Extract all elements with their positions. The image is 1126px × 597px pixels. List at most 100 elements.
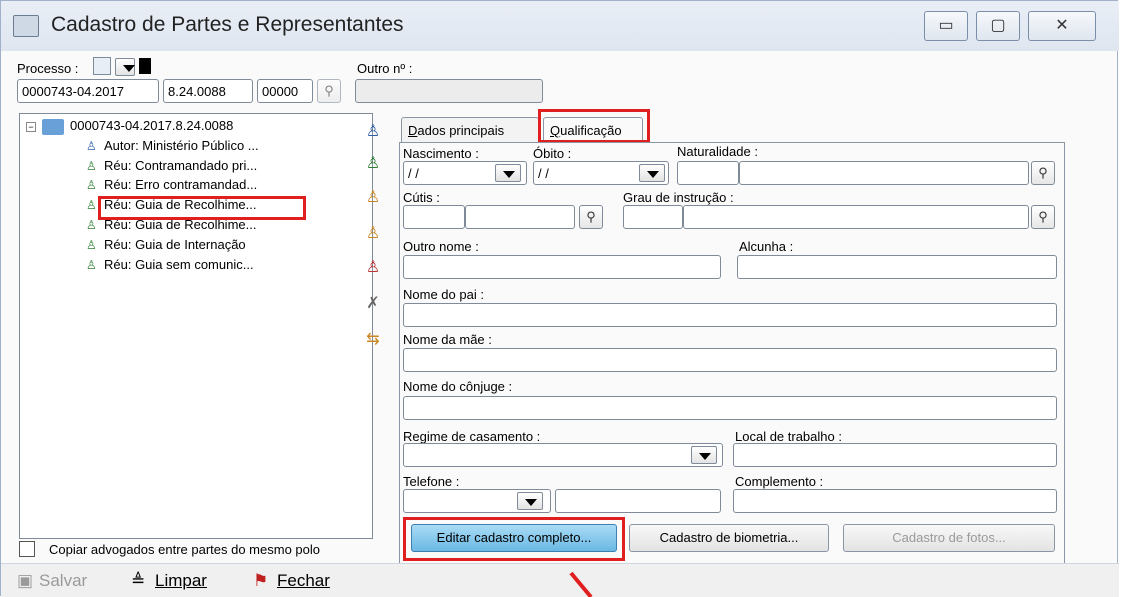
outro-nome-field[interactable] — [403, 255, 721, 279]
process-suffix-field[interactable]: 00000 — [257, 79, 313, 103]
regime-casamento-dropdown[interactable] — [691, 446, 717, 464]
regime-casamento-label: Regime de casamento : — [403, 429, 541, 444]
add-author-icon[interactable]: ♙ — [364, 121, 382, 141]
other-number-field[interactable] — [355, 79, 543, 103]
add-third-party-icon[interactable]: ♙ — [364, 187, 382, 207]
salvar-button[interactable]: Salvar — [39, 571, 87, 591]
tab-main-label: ados principais — [417, 123, 505, 138]
process-type-dropdown[interactable] — [115, 58, 135, 76]
person-icon: ♙ — [86, 139, 97, 153]
person-icon: ♙ — [86, 258, 97, 272]
close-button[interactable]: ✕ — [1028, 11, 1096, 41]
telefone-label: Telefone : — [403, 474, 460, 489]
process-type-icon[interactable] — [93, 57, 111, 75]
save-icon: ▣ — [17, 571, 34, 590]
process-court-field[interactable]: 8.24.0088 — [163, 79, 253, 103]
swap-party-icon[interactable]: ⇆ — [364, 329, 382, 349]
folder-icon — [42, 119, 64, 135]
complemento-field[interactable] — [733, 489, 1057, 513]
cutis-search-icon[interactable]: ⚲ — [579, 205, 603, 229]
copy-lawyers-label: Copiar advogados entre partes do mesmo p… — [49, 542, 320, 557]
naturalidade-label: Naturalidade : — [677, 144, 758, 159]
alcunha-field[interactable] — [737, 255, 1057, 279]
title-bar: Cadastro de Partes e Representantes ▭ ▢ … — [1, 1, 1119, 51]
minimize-button[interactable]: ▭ — [924, 11, 968, 41]
process-number-value: 0000743-04.2017 — [22, 84, 124, 99]
regime-casamento-select[interactable] — [403, 443, 723, 467]
tab-dados-principais[interactable]: Dados principais — [401, 117, 539, 143]
naturalidade-search-icon[interactable]: ⚲ — [1031, 161, 1055, 185]
tab-main-accesskey: D — [408, 123, 418, 138]
outro-nome-label: Outro nome : — [403, 239, 479, 254]
other-number-label: Outro nº : — [357, 61, 413, 76]
close-icon: ✕ — [1055, 17, 1069, 34]
process-search-icon[interactable]: ⚲ — [317, 79, 341, 103]
grau-code-field[interactable] — [623, 205, 683, 229]
maximize-button[interactable]: ▢ — [976, 11, 1020, 41]
minimize-icon: ▭ — [938, 17, 954, 34]
grau-search-icon[interactable]: ⚲ — [1031, 205, 1055, 229]
maximize-icon: ▢ — [990, 17, 1006, 34]
alcunha-label: Alcunha : — [739, 239, 794, 254]
nome-pai-label: Nome do pai : — [403, 287, 484, 302]
person-icon: ♙ — [86, 159, 97, 173]
app-icon — [13, 15, 39, 37]
local-trabalho-label: Local de trabalho : — [735, 429, 842, 444]
tree-selection-highlight — [98, 196, 306, 220]
limpar-icon: ≜ — [131, 571, 146, 590]
nascimento-dropdown[interactable] — [495, 164, 521, 182]
nome-mae-field[interactable] — [403, 348, 1057, 372]
nome-conjuge-label: Nome do cônjuge : — [403, 379, 513, 394]
collapse-icon[interactable]: − — [26, 122, 36, 132]
obito-dropdown[interactable] — [639, 164, 665, 182]
copy-lawyers-checkbox[interactable] — [19, 541, 35, 557]
nome-conjuge-field[interactable] — [403, 396, 1057, 420]
person-icon: ♙ — [86, 218, 97, 232]
person-icon: ♙ — [86, 178, 97, 192]
add-other-icon[interactable]: ♙ — [364, 257, 382, 277]
editar-button-highlight — [403, 517, 625, 561]
person-icon: ♙ — [86, 238, 97, 252]
cadastro-biometria-button[interactable]: Cadastro de biometria... — [629, 524, 829, 552]
limpar-button[interactable]: Limpar — [155, 571, 207, 591]
local-trabalho-field[interactable] — [733, 443, 1057, 467]
obito-label: Óbito : — [533, 146, 572, 161]
nome-mae-label: Nome da mãe : — [403, 332, 492, 347]
telefone-type-dropdown[interactable] — [517, 492, 543, 510]
annotation-arrow — [569, 571, 593, 597]
obito-value: / / — [538, 166, 549, 181]
window-title: Cadastro de Partes e Representantes — [51, 13, 404, 36]
tree-item[interactable]: Réu: Guia sem comunic... — [104, 257, 254, 272]
nome-pai-field[interactable] — [403, 303, 1057, 327]
process-suffix-value: 00000 — [262, 84, 299, 99]
process-court-value: 8.24.0088 — [168, 84, 226, 99]
add-representative-icon[interactable]: ♙ — [364, 223, 382, 243]
cutis-label: Cútis : — [403, 190, 440, 205]
fechar-icon: ⚑ — [253, 571, 269, 590]
remove-party-icon[interactable]: ✗ — [364, 293, 382, 313]
grau-instrucao-label: Grau de instrução : — [623, 190, 734, 205]
process-label: Processo : — [17, 61, 79, 76]
cutis-code-field[interactable] — [403, 205, 465, 229]
tree-item[interactable]: Réu: Guia de Internação — [104, 237, 246, 252]
tree-item[interactable]: Réu: Contramandado pri... — [104, 158, 257, 173]
add-defendant-icon[interactable]: ♙ — [364, 153, 382, 173]
grau-name-field[interactable] — [683, 205, 1029, 229]
parties-tree: − 0000743-04.2017.8.24.0088 ♙ Autor: Min… — [19, 113, 373, 539]
telefone-field[interactable] — [555, 489, 721, 513]
black-square-icon — [139, 58, 151, 74]
main-window: Cadastro de Partes e Representantes ▭ ▢ … — [0, 0, 1119, 597]
tree-root[interactable]: 0000743-04.2017.8.24.0088 — [70, 118, 233, 133]
tab-highlight — [538, 109, 650, 143]
nascimento-label: Nascimento : — [403, 146, 479, 161]
tree-item[interactable]: Autor: Ministério Público ... — [104, 138, 259, 153]
cutis-name-field[interactable] — [465, 205, 575, 229]
fechar-button[interactable]: Fechar — [277, 571, 330, 591]
tree-item[interactable]: Réu: Erro contramandad... — [104, 177, 257, 192]
complemento-label: Complemento : — [735, 474, 824, 489]
nascimento-value: / / — [408, 166, 419, 181]
process-number-field[interactable]: 0000743-04.2017 — [17, 79, 159, 103]
cadastro-fotos-button[interactable]: Cadastro de fotos... — [843, 524, 1055, 552]
naturalidade-code-field[interactable] — [677, 161, 739, 185]
naturalidade-name-field[interactable] — [739, 161, 1029, 185]
